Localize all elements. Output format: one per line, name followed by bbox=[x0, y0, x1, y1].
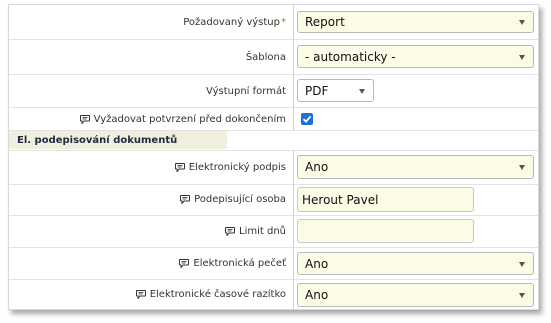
e-timestamp-label: Elektronické časové razítko bbox=[149, 289, 286, 300]
e-signature-label: Elektronický podpis bbox=[188, 162, 286, 173]
e-timestamp-select[interactable]: Ano bbox=[297, 283, 534, 307]
template-label-cell: Šablona bbox=[9, 40, 291, 74]
e-signature-select[interactable]: Ano bbox=[297, 155, 534, 179]
e-seal-label: Elektronická pečeť bbox=[193, 258, 286, 269]
e-signature-value-cell: Ano bbox=[294, 151, 538, 184]
template-value-cell: - automaticky - bbox=[294, 40, 538, 74]
row-signer: Podepisující osoba Herout Pavel bbox=[9, 184, 538, 216]
e-signature-label-cell: Elektronický podpis bbox=[9, 151, 291, 184]
template-label: Šablona bbox=[245, 51, 286, 63]
output-label: Požadovaný výstup bbox=[183, 16, 280, 28]
row-confirm: Vyžadovat potvrzení před dokončením bbox=[9, 108, 538, 131]
format-select-value: PDF bbox=[305, 83, 329, 98]
confirm-checkbox[interactable] bbox=[301, 113, 313, 125]
e-timestamp-select-value: Ano bbox=[305, 288, 329, 302]
e-timestamp-label-cell: Elektronické časové razítko bbox=[9, 280, 291, 309]
required-marker: * bbox=[281, 16, 286, 28]
signer-value-cell: Herout Pavel bbox=[294, 184, 538, 215]
output-select[interactable]: Report bbox=[297, 11, 534, 33]
day-limit-label: Limit dnů bbox=[239, 226, 286, 237]
confirm-value-cell bbox=[294, 108, 538, 130]
row-format: Výstupní formát PDF bbox=[9, 75, 538, 108]
row-template: Šablona - automaticky - bbox=[9, 40, 538, 75]
comment-bubble-icon[interactable] bbox=[225, 227, 235, 236]
format-select[interactable]: PDF bbox=[297, 79, 374, 102]
chevron-down-icon bbox=[519, 54, 525, 60]
output-label-cell: Požadovaný výstup * bbox=[9, 5, 291, 39]
form-panel: Požadovaný výstup * Report Šablona - auto… bbox=[8, 4, 539, 310]
section-header-signing: El. podepisování dokumentů bbox=[9, 131, 227, 149]
chevron-down-icon bbox=[519, 20, 525, 25]
signer-label-cell: Podepisující osoba bbox=[9, 184, 291, 215]
chevron-down-icon bbox=[519, 293, 525, 298]
comment-bubble-icon[interactable] bbox=[180, 195, 191, 204]
signer-input-value: Herout Pavel bbox=[302, 192, 379, 207]
row-e-seal: Elektronická pečeť Ano bbox=[9, 248, 538, 280]
comment-bubble-icon[interactable] bbox=[135, 290, 146, 299]
chevron-down-icon bbox=[359, 88, 365, 94]
comment-bubble-icon[interactable] bbox=[79, 114, 90, 124]
output-select-value: Report bbox=[305, 15, 345, 29]
row-e-signature: Elektronický podpis Ano bbox=[9, 150, 538, 185]
day-limit-value-cell bbox=[294, 216, 538, 247]
checkmark-icon bbox=[302, 115, 312, 123]
comment-bubble-icon[interactable] bbox=[179, 259, 190, 268]
format-value-cell: PDF bbox=[294, 75, 538, 107]
output-value-cell: Report bbox=[294, 5, 538, 39]
template-select[interactable]: - automaticky - bbox=[297, 45, 534, 68]
confirm-label: Vyžadovat potvrzení před dokončením bbox=[93, 113, 286, 125]
day-limit-input[interactable] bbox=[297, 219, 474, 243]
e-seal-select-value: Ano bbox=[305, 256, 329, 271]
row-output: Požadovaný výstup * Report bbox=[9, 5, 538, 40]
chevron-down-icon bbox=[519, 165, 525, 170]
chevron-down-icon bbox=[519, 261, 525, 267]
format-label-cell: Výstupní formát bbox=[9, 75, 291, 107]
e-signature-select-value: Ano bbox=[305, 160, 329, 174]
row-e-timestamp: Elektronické časové razítko Ano bbox=[9, 280, 538, 309]
e-timestamp-value-cell: Ano bbox=[294, 280, 538, 309]
signer-label: Podepisující osoba bbox=[194, 194, 286, 205]
e-seal-value-cell: Ano bbox=[294, 248, 538, 279]
row-day-limit: Limit dnů bbox=[9, 216, 538, 248]
day-limit-label-cell: Limit dnů bbox=[9, 216, 291, 247]
confirm-label-cell: Vyžadovat potvrzení před dokončením bbox=[9, 108, 291, 130]
signer-input[interactable]: Herout Pavel bbox=[297, 187, 474, 212]
e-seal-label-cell: Elektronická pečeť bbox=[9, 248, 291, 279]
template-select-value: - automaticky - bbox=[305, 49, 396, 64]
section-title: El. podepisování dokumentů bbox=[17, 134, 178, 146]
e-seal-select[interactable]: Ano bbox=[297, 252, 534, 275]
comment-bubble-icon[interactable] bbox=[174, 163, 185, 172]
format-label: Výstupní formát bbox=[206, 85, 286, 97]
